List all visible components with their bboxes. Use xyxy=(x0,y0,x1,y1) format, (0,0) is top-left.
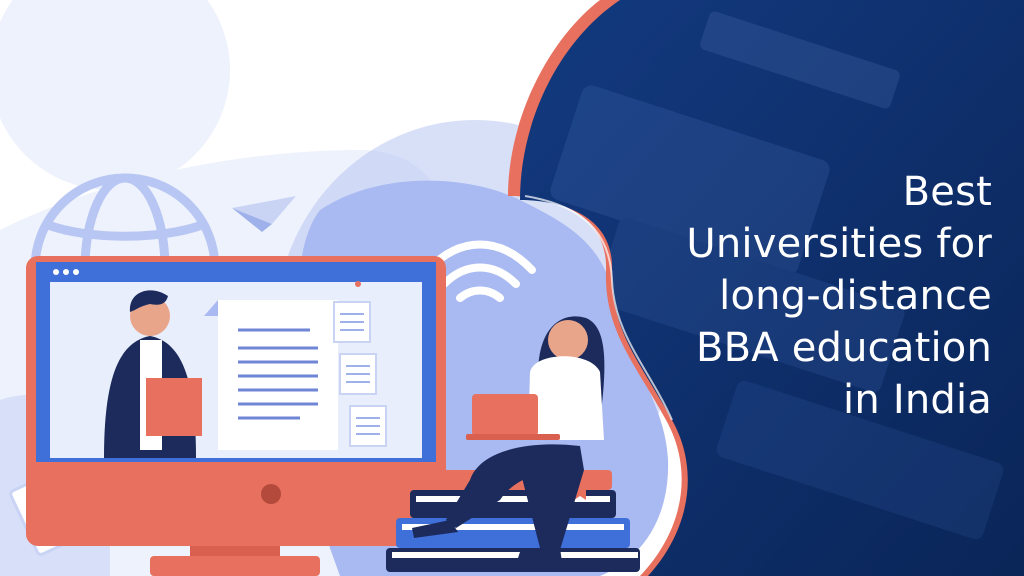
headline-line-3: long-distance xyxy=(719,273,992,319)
headline-line-5: in India xyxy=(843,377,992,423)
headline-line-4: BBA education xyxy=(695,325,992,371)
headline: Best Universities for long-distance BBA … xyxy=(562,166,992,426)
headline-line-2: Universities for xyxy=(686,221,992,267)
screen-documents xyxy=(204,300,387,450)
headline-line-1: Best xyxy=(902,169,992,215)
banner: Best Universities for long-distance BBA … xyxy=(0,0,1024,576)
